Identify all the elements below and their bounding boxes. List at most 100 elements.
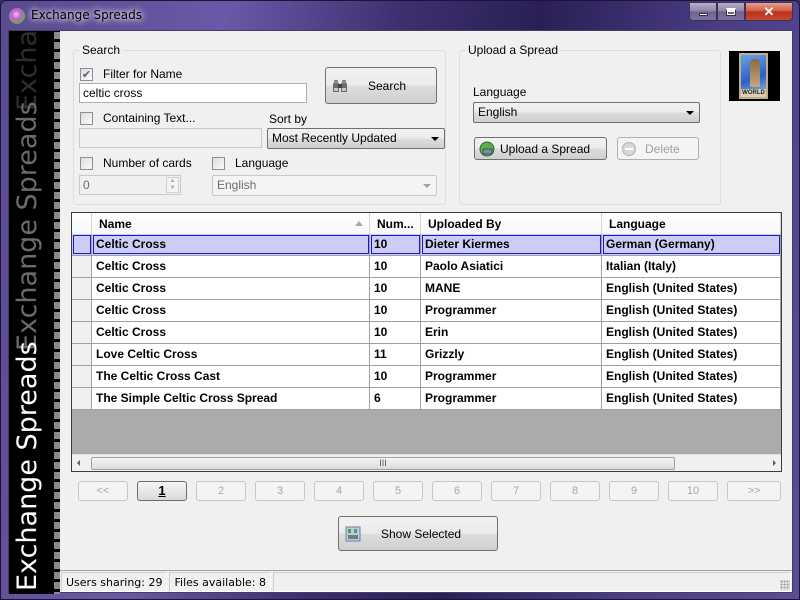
table-row[interactable]: The Celtic Cross Cast 10 Programmer English… <box>72 366 781 388</box>
delete-button[interactable]: Delete <box>617 137 699 160</box>
cell-language[interactable]: English (United States) <box>602 366 781 387</box>
cell-name[interactable]: Celtic Cross <box>92 234 370 255</box>
cell-uploaded-by[interactable]: Grizzly <box>421 344 602 365</box>
table-row[interactable]: Celtic Cross 10 Programmer English (United … <box>72 300 781 322</box>
pager-page-button[interactable]: 10 <box>668 481 718 501</box>
cell-language[interactable]: English (United States) <box>602 322 781 343</box>
title-bar[interactable]: Exchange Spreads ✕ <box>1 1 800 30</box>
table-row[interactable]: Celtic Cross 10 Dieter Kiermes German (Germ… <box>72 234 781 256</box>
column-header-uploaded-by[interactable]: Uploaded By <box>421 213 602 234</box>
pager-page-button[interactable]: 3 <box>255 481 305 501</box>
cell-num[interactable]: 10 <box>370 234 421 255</box>
cell-uploaded-by[interactable]: Programmer <box>421 300 602 321</box>
pager-page-button[interactable]: 6 <box>432 481 482 501</box>
language-filter-select[interactable]: English <box>212 175 437 196</box>
table-row[interactable]: Celtic Cross 10 Paolo Asiatici Italian (Ita… <box>72 256 781 278</box>
cell-num[interactable]: 10 <box>370 322 421 343</box>
pager-last-button[interactable]: >> <box>727 481 781 501</box>
cell-name[interactable]: Celtic Cross <box>92 300 370 321</box>
cell-name[interactable]: The Simple Celtic Cross Spread <box>92 388 370 409</box>
cell-num[interactable]: 10 <box>370 278 421 299</box>
row-header[interactable] <box>72 300 92 321</box>
pager-page-button[interactable]: 9 <box>609 481 659 501</box>
pager-page-button[interactable]: 1 <box>137 481 187 501</box>
cell-language[interactable]: English (United States) <box>602 388 781 409</box>
row-header[interactable] <box>72 366 92 387</box>
filter-name-input[interactable]: celtic cross <box>79 83 307 103</box>
column-header-language[interactable]: Language <box>602 213 781 234</box>
row-header[interactable] <box>72 344 92 365</box>
table-row[interactable]: Love Celtic Cross 11 Grizzly English (Unite… <box>72 344 781 366</box>
deck-card-image: WORLD <box>729 51 780 101</box>
cell-uploaded-by[interactable]: Dieter Kiermes <box>421 234 602 255</box>
row-header[interactable] <box>72 322 92 343</box>
row-header[interactable] <box>72 278 92 299</box>
pager-page-button[interactable]: 2 <box>196 481 246 501</box>
sort-by-select[interactable]: Most Recently Updated <box>267 128 445 149</box>
scroll-thumb[interactable]: III <box>91 457 675 470</box>
filter-name-checkbox[interactable]: ✔ <box>80 67 93 81</box>
upload-language-select[interactable]: English <box>473 102 700 123</box>
number-of-cards-row: Number of cards <box>80 156 192 170</box>
cell-name[interactable]: Celtic Cross <box>92 256 370 277</box>
language-filter-checkbox[interactable] <box>212 156 225 170</box>
pager-page-button[interactable]: 8 <box>550 481 600 501</box>
show-selected-button[interactable]: Show Selected <box>338 516 498 551</box>
number-of-cards-checkbox[interactable] <box>80 156 93 170</box>
resize-grip-icon[interactable] <box>780 580 790 590</box>
pager-page-button[interactable]: 7 <box>491 481 541 501</box>
stepper-arrows-icon[interactable]: ▲ ▼ <box>166 177 179 193</box>
pager-page-button[interactable]: 4 <box>314 481 364 501</box>
spreads-grid[interactable]: Name Num... Uploaded By Language Celtic … <box>71 212 782 472</box>
column-header-num[interactable]: Num... <box>370 213 421 234</box>
column-header-name[interactable]: Name <box>92 213 370 234</box>
cell-num[interactable]: 11 <box>370 344 421 365</box>
table-row[interactable]: Celtic Cross 10 MANE English (United States… <box>72 278 781 300</box>
row-header[interactable] <box>72 388 92 409</box>
cell-name[interactable]: Love Celtic Cross <box>92 344 370 365</box>
search-button[interactable]: Search <box>325 67 437 104</box>
cell-uploaded-by[interactable]: Paolo Asiatici <box>421 256 602 277</box>
cell-language[interactable]: English (United States) <box>602 300 781 321</box>
grid-header: Name Num... Uploaded By Language <box>72 213 781 234</box>
close-button[interactable]: ✕ <box>745 2 793 21</box>
cell-uploaded-by[interactable]: Erin <box>421 322 602 343</box>
cell-language[interactable]: English (United States) <box>602 344 781 365</box>
cell-uploaded-by[interactable]: Programmer <box>421 366 602 387</box>
table-row[interactable]: Celtic Cross 10 Erin English (United States… <box>72 322 781 344</box>
cell-uploaded-by[interactable]: MANE <box>421 278 602 299</box>
minimize-button[interactable] <box>689 2 717 21</box>
users-sharing-status: Users sharing: 29 <box>61 572 168 592</box>
sort-by-label: Sort by <box>269 112 308 126</box>
table-row[interactable]: The Simple Celtic Cross Spread 6 Programme… <box>72 388 781 410</box>
header-corner[interactable] <box>72 213 92 234</box>
card-figure <box>750 59 760 87</box>
cell-name[interactable]: Celtic Cross <box>92 278 370 299</box>
cell-name[interactable]: Celtic Cross <box>92 322 370 343</box>
cell-name[interactable]: The Celtic Cross Cast <box>92 366 370 387</box>
pager-first-button[interactable]: << <box>78 481 128 501</box>
containing-text-checkbox[interactable] <box>80 111 93 125</box>
column-header-name-label: Name <box>99 217 132 231</box>
pager-page-button[interactable]: 5 <box>373 481 423 501</box>
number-of-cards-stepper[interactable]: 0 ▲ ▼ <box>79 175 181 195</box>
cell-num[interactable]: 10 <box>370 366 421 387</box>
show-selected-label: Show Selected <box>381 526 462 541</box>
cell-num[interactable]: 6 <box>370 388 421 409</box>
row-header[interactable] <box>72 234 92 255</box>
cell-num[interactable]: 10 <box>370 256 421 277</box>
horizontal-scrollbar[interactable]: III <box>72 454 781 471</box>
maximize-button[interactable] <box>717 2 745 21</box>
scroll-left-icon[interactable] <box>77 460 80 466</box>
containing-text-input[interactable] <box>79 128 262 148</box>
filter-name-label: Filter for Name <box>103 67 183 81</box>
upload-group-label: Upload a Spread <box>466 43 561 57</box>
cell-language[interactable]: English (United States) <box>602 278 781 299</box>
cell-uploaded-by[interactable]: Programmer <box>421 388 602 409</box>
cell-language[interactable]: Italian (Italy) <box>602 256 781 277</box>
row-header[interactable] <box>72 256 92 277</box>
scroll-right-icon[interactable] <box>773 460 776 466</box>
cell-num[interactable]: 10 <box>370 300 421 321</box>
upload-spread-button[interactable]: Upload a Spread <box>474 137 607 160</box>
cell-language[interactable]: German (Germany) <box>602 234 781 255</box>
